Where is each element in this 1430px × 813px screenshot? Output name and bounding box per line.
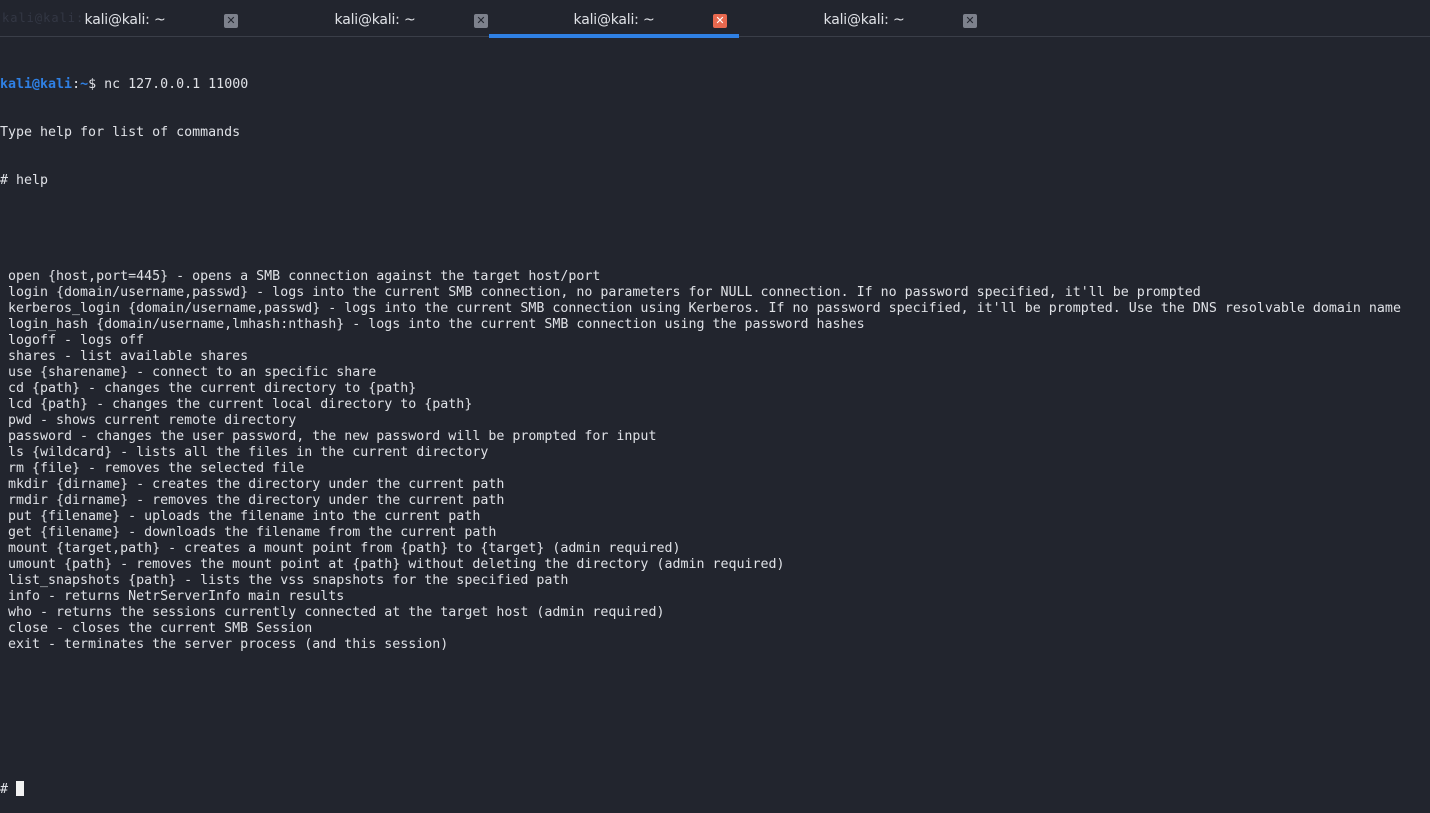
terminal-output[interactable]: kali@kali:~$ nc 127.0.0.1 11000 Type hel… xyxy=(0,45,1430,797)
help-line: info - returns NetrServerInfo main resul… xyxy=(0,589,345,604)
final-prompt: # xyxy=(0,782,17,797)
final-prompt-line[interactable]: # xyxy=(0,781,1430,797)
help-line: close - closes the current SMB Session xyxy=(0,621,313,636)
help-line: logoff - logs off xyxy=(0,333,145,348)
tab-label: kali@kali: ~ xyxy=(823,12,905,28)
help-line: mkdir {dirname} - creates the directory … xyxy=(0,477,505,492)
help-line: ls {wildcard} - lists all the files in t… xyxy=(0,445,489,460)
tab-label: kali@kali: ~ xyxy=(334,12,416,28)
help-line: pwd - shows current remote directory xyxy=(0,413,297,428)
help-line: exit - terminates the server process (an… xyxy=(0,637,449,652)
tab-2[interactable]: kali@kali: ~ ✕ xyxy=(250,0,500,37)
prompt-separator: : xyxy=(72,77,81,92)
close-icon[interactable]: ✕ xyxy=(474,14,488,28)
help-line: lcd {path} - changes the current local d… xyxy=(0,397,473,412)
tab-bar: kali@kali: ~ kali@kali: ~ ✕ kali@kali: ~… xyxy=(0,0,1430,38)
help-line: shares - list available shares xyxy=(0,349,249,364)
intro-line: Type help for list of commands xyxy=(0,125,241,140)
prompt-user-host: kali@kali xyxy=(0,77,73,92)
help-output: open {host,port=445} - opens a SMB conne… xyxy=(0,269,1430,653)
tab-3-active[interactable]: kali@kali: ~ ✕ xyxy=(489,0,739,38)
help-line: list_snapshots {path} - lists the vss sn… xyxy=(0,573,569,588)
close-icon[interactable]: ✕ xyxy=(224,14,238,28)
close-icon[interactable]: ✕ xyxy=(713,14,727,28)
help-line: password - changes the user password, th… xyxy=(0,429,657,444)
help-line: get {filename} - downloads the filename … xyxy=(0,525,497,540)
prompt-symbol: $ xyxy=(88,77,105,92)
close-icon[interactable]: ✕ xyxy=(963,14,977,28)
help-line: umount {path} - removes the mount point … xyxy=(0,557,785,572)
help-line: rmdir {dirname} - removes the directory … xyxy=(0,493,505,508)
help-line: login {domain/username,passwd} - logs in… xyxy=(0,285,1201,300)
help-line: open {host,port=445} - opens a SMB conne… xyxy=(0,269,601,284)
help-line: cd {path} - changes the current director… xyxy=(0,381,417,396)
help-line: who - returns the sessions currently con… xyxy=(0,605,665,620)
prompt-command: nc 127.0.0.1 11000 xyxy=(104,77,249,92)
help-line: put {filename} - uploads the filename in… xyxy=(0,509,481,524)
help-command-line: # help xyxy=(0,173,49,188)
prompt-path: ~ xyxy=(80,77,89,92)
active-tab-indicator xyxy=(489,34,739,38)
help-line: rm {file} - removes the selected file xyxy=(0,461,305,476)
tab-4[interactable]: kali@kali: ~ ✕ xyxy=(739,0,989,37)
tab-label: kali@kali: ~ xyxy=(84,12,166,28)
help-line: mount {target,path} - creates a mount po… xyxy=(0,541,681,556)
tab-label: kali@kali: ~ xyxy=(573,12,655,28)
tab-1[interactable]: kali@kali: ~ ✕ xyxy=(0,0,250,37)
help-line: use {sharename} - connect to an specific… xyxy=(0,365,377,380)
help-line: kerberos_login {domain/username,passwd} … xyxy=(0,301,1401,316)
prompt-line: kali@kali:~$ nc 127.0.0.1 11000 xyxy=(0,77,1430,93)
help-line: login_hash {domain/username,lmhash:nthas… xyxy=(0,317,865,332)
terminal-cursor xyxy=(16,781,25,796)
